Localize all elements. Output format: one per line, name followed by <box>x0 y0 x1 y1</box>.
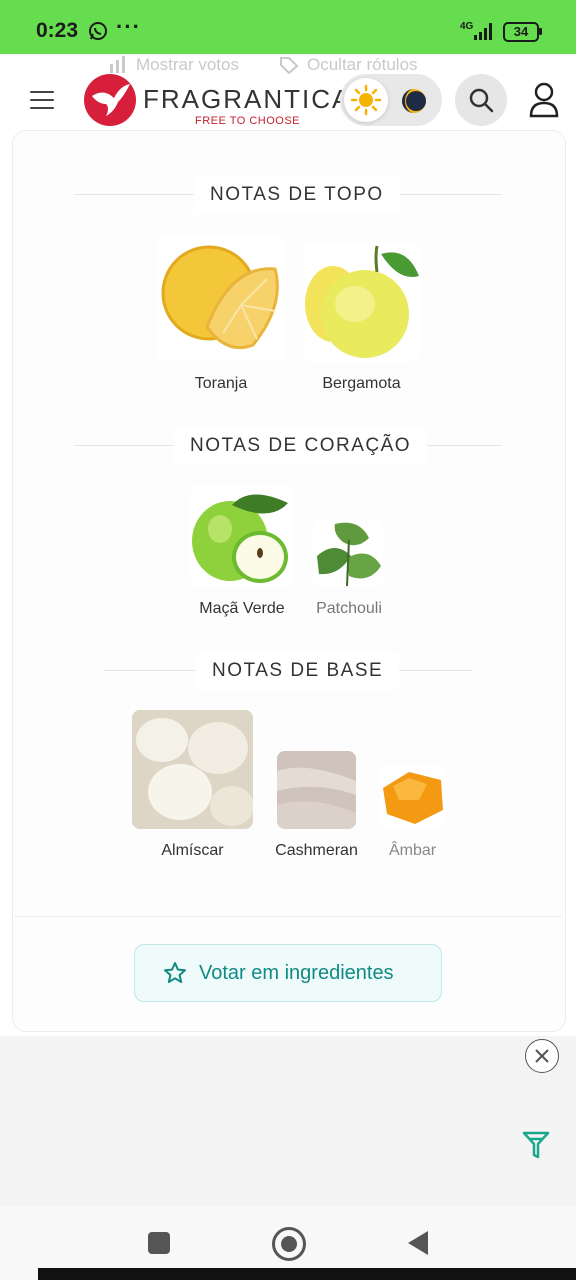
note-bergamota[interactable] <box>303 242 420 362</box>
note-label-almiscar[interactable]: Almíscar <box>132 842 253 860</box>
recent-apps-button[interactable] <box>148 1232 170 1254</box>
battery-icon <box>539 28 542 35</box>
brand-name: FRAGRANTICA <box>143 84 352 114</box>
whatsapp-icon <box>89 22 107 40</box>
note-label-bergamota[interactable]: Bergamota <box>303 375 420 393</box>
network-type: 4G <box>460 21 474 32</box>
note-label-toranja[interactable]: Toranja <box>157 375 285 393</box>
show-votes-label: Mostrar votos <box>136 55 239 74</box>
note-ambar[interactable] <box>379 766 446 829</box>
brand-tagline: FREE TO CHOOSE <box>195 115 301 127</box>
heart-notes-title: NOTAS DE CORAÇÃO <box>174 427 428 465</box>
signal-icon: 4G <box>460 21 492 40</box>
vote-ingredients-label: Votar em ingredientes <box>199 961 394 984</box>
ad-close-button[interactable] <box>525 1039 559 1073</box>
close-icon <box>535 1049 549 1063</box>
more-notifications-icon: ··· <box>116 14 141 39</box>
tag-icon <box>279 57 299 74</box>
show-votes-toggle[interactable]: Mostrar votos <box>108 54 239 76</box>
note-label-ambar[interactable]: Âmbar <box>372 842 453 860</box>
status-bar: 0:23 ··· 4G 34 <box>0 0 576 54</box>
home-button[interactable] <box>272 1227 306 1261</box>
gesture-bar <box>38 1268 576 1280</box>
ad-network-icon[interactable] <box>522 1130 550 1160</box>
note-almiscar[interactable] <box>132 710 253 829</box>
card-divider <box>14 916 562 917</box>
status-time: 0:23 <box>36 19 79 42</box>
base-notes-title: NOTAS DE BASE <box>196 652 400 690</box>
note-maca-verde[interactable] <box>190 485 293 587</box>
hide-labels-label: Ocultar rótulos <box>306 55 418 74</box>
search-icon <box>469 88 494 113</box>
cashmere-fabric-icon <box>277 751 356 829</box>
brand-logo[interactable] <box>84 74 136 126</box>
search-button[interactable] <box>455 74 507 126</box>
amber-stone-icon <box>383 772 443 824</box>
bergamot-icon <box>305 245 419 358</box>
moon-icon[interactable] <box>400 87 428 115</box>
hamburger-menu-icon[interactable] <box>30 91 54 109</box>
note-label-maca-verde[interactable]: Maçã Verde <box>186 600 298 618</box>
note-label-patchouli[interactable]: Patchouli <box>305 600 393 618</box>
musk-icon <box>132 710 253 829</box>
battery-level: 34 <box>503 22 539 42</box>
ad-banner <box>0 1036 576 1206</box>
note-patchouli[interactable] <box>313 520 383 587</box>
bird-icon <box>92 84 130 116</box>
note-cashmeran[interactable] <box>277 751 356 829</box>
green-apple-icon <box>192 494 288 583</box>
top-notes-title: NOTAS DE TOPO <box>194 176 400 214</box>
user-account-icon[interactable] <box>528 82 560 118</box>
hide-labels-toggle[interactable]: Ocultar rótulos <box>279 54 418 76</box>
grapefruit-icon <box>161 245 279 350</box>
vote-ingredients-button[interactable]: Votar em ingredientes <box>134 944 442 1002</box>
note-label-cashmeran[interactable]: Cashmeran <box>266 842 367 860</box>
sun-icon <box>350 84 382 116</box>
ghost-toolbar: Mostrar votos Ocultar rótulos <box>108 54 418 76</box>
back-button[interactable] <box>406 1230 430 1256</box>
star-icon <box>164 962 186 983</box>
chart-icon <box>110 56 125 73</box>
note-toranja[interactable] <box>157 235 285 361</box>
patchouli-leaf-icon <box>317 522 381 587</box>
